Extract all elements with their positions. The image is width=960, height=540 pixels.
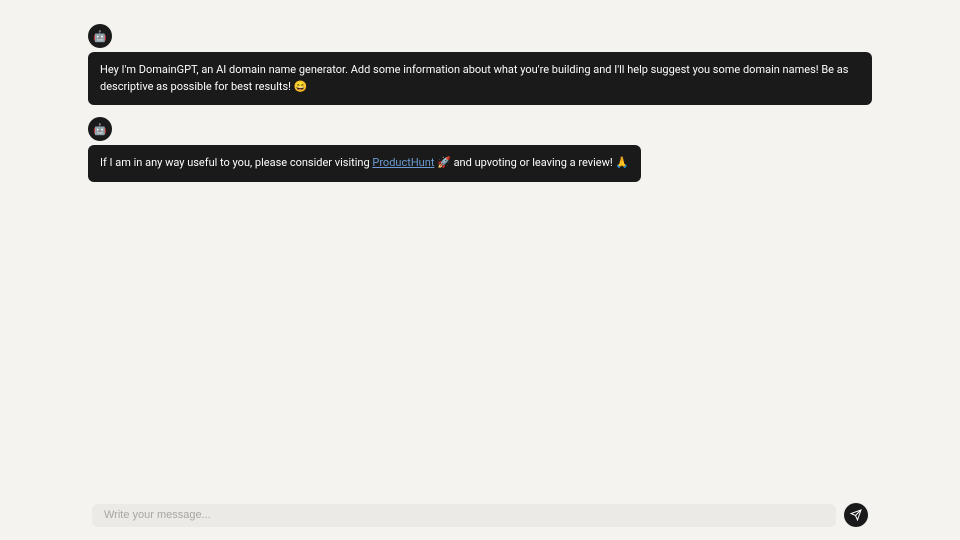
message-text: If I am in any way useful to you, please…	[100, 156, 372, 169]
message-text: Hey I'm DomainGPT, an AI domain name gen…	[100, 63, 848, 93]
send-button[interactable]	[844, 503, 868, 527]
message-group: 🤖 Hey I'm DomainGPT, an AI domain name g…	[88, 24, 872, 105]
message-bubble: If I am in any way useful to you, please…	[88, 145, 641, 182]
input-area	[92, 503, 868, 527]
send-icon	[850, 509, 862, 521]
bot-avatar: 🤖	[88, 117, 112, 141]
message-group: 🤖 If I am in any way useful to you, plea…	[88, 117, 872, 182]
chat-container: 🤖 Hey I'm DomainGPT, an AI domain name g…	[0, 0, 960, 490]
message-input[interactable]	[92, 504, 836, 527]
producthunt-link[interactable]: ProductHunt	[372, 156, 434, 169]
message-bubble: Hey I'm DomainGPT, an AI domain name gen…	[88, 52, 872, 105]
message-text: 🚀 and upvoting or leaving a review! 🙏	[434, 156, 629, 169]
bot-avatar: 🤖	[88, 24, 112, 48]
